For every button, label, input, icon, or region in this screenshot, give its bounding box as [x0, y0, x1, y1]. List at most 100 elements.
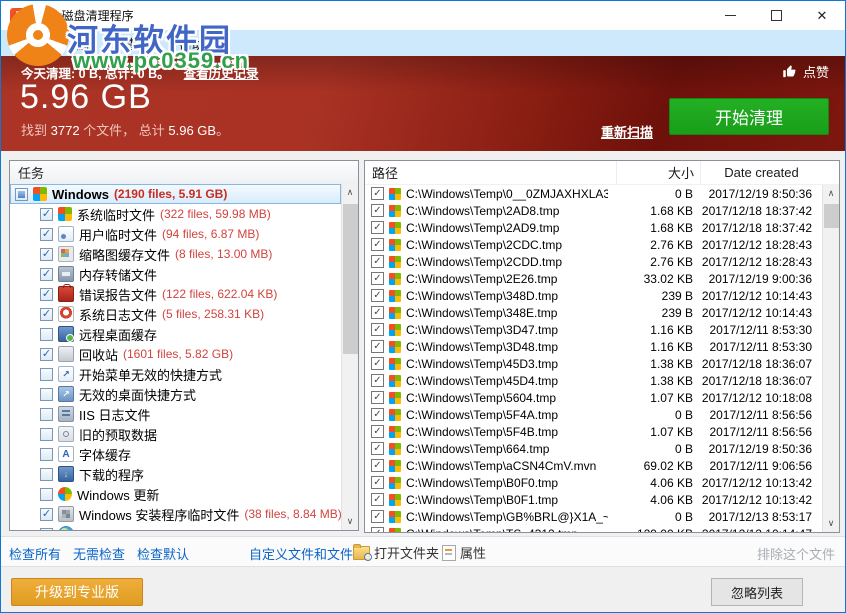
task-item[interactable]: 旧的预取数据 — [10, 424, 341, 444]
column-header-path[interactable]: 路径 — [365, 163, 616, 182]
file-checkbox[interactable] — [371, 374, 384, 387]
file-checkbox[interactable] — [371, 187, 384, 200]
task-checkbox[interactable] — [40, 208, 53, 221]
file-checkbox[interactable] — [371, 408, 384, 421]
minimize-button[interactable] — [707, 1, 753, 30]
file-checkbox[interactable] — [371, 391, 384, 404]
check-default-link[interactable]: 检查默认 — [137, 544, 189, 563]
file-checkbox[interactable] — [371, 221, 384, 234]
file-checkbox[interactable] — [371, 510, 384, 523]
file-row[interactable]: C:\Windows\Temp\348D.tmp 239 B 2017/12/1… — [365, 287, 822, 304]
task-item[interactable]: 无效的桌面快捷方式 — [10, 384, 341, 404]
file-checkbox[interactable] — [371, 357, 384, 370]
file-checkbox[interactable] — [371, 204, 384, 217]
file-row[interactable]: C:\Windows\Temp\3D47.tmp 1.16 KB 2017/12… — [365, 321, 822, 338]
column-header-date[interactable]: Date created — [700, 161, 822, 184]
upgrade-pro-button[interactable]: 升级到专业版 — [11, 578, 143, 606]
task-checkbox[interactable] — [40, 248, 53, 261]
scrollbar-thumb[interactable] — [343, 204, 358, 354]
tasks-scrollbar[interactable] — [341, 184, 358, 530]
task-item[interactable]: 字体缓存 — [10, 444, 341, 464]
rescan-link[interactable]: 重新扫描 — [601, 122, 653, 141]
task-checkbox[interactable] — [40, 508, 53, 521]
task-item[interactable]: 用户临时文件 (94 files, 6.87 MB) — [10, 224, 341, 244]
task-item[interactable]: 系统日志文件 (5 files, 258.31 KB) — [10, 304, 341, 324]
task-item[interactable]: 下载的程序 — [10, 464, 341, 484]
file-checkbox[interactable] — [371, 425, 384, 438]
task-item[interactable]: 缩略图缓存文件 (8 files, 13.00 MB) — [10, 244, 341, 264]
task-item[interactable]: 错误报告文件 (122 files, 622.04 KB) — [10, 284, 341, 304]
task-checkbox[interactable] — [40, 528, 53, 531]
scrollbar-thumb[interactable] — [824, 204, 839, 228]
file-row[interactable]: C:\Windows\Temp\B0F0.tmp 4.06 KB 2017/12… — [365, 474, 822, 491]
task-checkbox[interactable] — [40, 328, 53, 341]
task-checkbox[interactable] — [40, 268, 53, 281]
file-row[interactable]: C:\Windows\Temp\3D48.tmp 1.16 KB 2017/12… — [365, 338, 822, 355]
task-item[interactable]: Windows 更新 — [10, 484, 341, 504]
task-item[interactable]: 系统临时文件 (322 files, 59.98 MB) — [10, 204, 341, 224]
exclude-file-label[interactable]: 排除这个文件 — [757, 544, 835, 563]
file-checkbox[interactable] — [371, 323, 384, 336]
file-row[interactable]: C:\Windows\Temp\GB%BRL@}X1A_~ETF... 0 B … — [365, 508, 822, 525]
task-checkbox[interactable] — [40, 368, 53, 381]
task-checkbox[interactable] — [40, 488, 53, 501]
like-button[interactable]: 点赞 — [782, 62, 829, 81]
file-row[interactable]: C:\Windows\Temp\0__0ZMJAXHXLA3Y~)7... 0 … — [365, 185, 822, 202]
scroll-down-icon[interactable] — [342, 513, 358, 530]
file-row[interactable]: C:\Windows\Temp\348E.tmp 239 B 2017/12/1… — [365, 304, 822, 321]
file-checkbox[interactable] — [371, 442, 384, 455]
check-none-link[interactable]: 无需检查 — [73, 544, 125, 563]
task-item[interactable]: 内存转储文件 — [10, 264, 341, 284]
task-checkbox[interactable] — [40, 468, 53, 481]
task-checkbox[interactable] — [40, 308, 53, 321]
file-checkbox[interactable] — [371, 272, 384, 285]
file-row[interactable]: C:\Windows\Temp\45D3.tmp 1.38 KB 2017/12… — [365, 355, 822, 372]
task-item[interactable]: 开始菜单无效的快捷方式 — [10, 364, 341, 384]
file-row[interactable]: C:\Windows\Temp\5F4B.tmp 1.07 KB 2017/12… — [365, 423, 822, 440]
task-checkbox[interactable] — [40, 448, 53, 461]
task-checkbox[interactable] — [15, 188, 28, 201]
scroll-up-icon[interactable] — [823, 185, 839, 202]
task-checkbox[interactable] — [40, 288, 53, 301]
file-checkbox[interactable] — [371, 238, 384, 251]
file-row[interactable]: C:\Windows\Temp\2AD9.tmp 1.68 KB 2017/12… — [365, 219, 822, 236]
file-checkbox[interactable] — [371, 459, 384, 472]
task-checkbox[interactable] — [40, 388, 53, 401]
custom-files-link[interactable]: 自定义文件和文件夹 — [249, 544, 366, 563]
check-all-link[interactable]: 检查所有 — [9, 544, 61, 563]
file-checkbox[interactable] — [371, 527, 384, 532]
file-checkbox[interactable] — [371, 340, 384, 353]
file-row[interactable]: C:\Windows\Temp\2CDC.tmp 2.76 KB 2017/12… — [365, 236, 822, 253]
file-row[interactable]: C:\Windows\Temp\TS_4312.tmp 129.00 KB 20… — [365, 525, 822, 532]
ignore-list-button[interactable]: 忽略列表 — [711, 578, 803, 606]
file-row[interactable]: C:\Windows\Temp\2AD8.tmp 1.68 KB 2017/12… — [365, 202, 822, 219]
task-item[interactable]: Windows (2190 files, 5.91 GB) — [10, 184, 341, 204]
file-checkbox[interactable] — [371, 289, 384, 302]
file-checkbox[interactable] — [371, 476, 384, 489]
menu-item-edit[interactable]: 编辑 — [61, 31, 107, 56]
file-row[interactable]: C:\Windows\Temp\2E26.tmp 33.02 KB 2017/1… — [365, 270, 822, 287]
menu-item-file[interactable]: 文件 — [7, 31, 53, 56]
column-header-size[interactable]: 大小 — [616, 161, 700, 184]
maximize-button[interactable] — [753, 1, 799, 30]
close-button[interactable]: ✕ — [799, 1, 845, 30]
task-item[interactable]: 回收站 (1601 files, 5.82 GB) — [10, 344, 341, 364]
menu-item-help[interactable]: 帮助 — [169, 31, 215, 56]
task-item[interactable]: Windows 安装程序临时文件 (38 files, 8.84 MB) — [10, 504, 341, 524]
scroll-up-icon[interactable] — [342, 184, 358, 201]
file-checkbox[interactable] — [371, 306, 384, 319]
file-row[interactable]: C:\Windows\Temp\B0F1.tmp 4.06 KB 2017/12… — [365, 491, 822, 508]
task-item[interactable]: IIS 日志文件 — [10, 404, 341, 424]
file-row[interactable]: C:\Windows\Temp\2CDD.tmp 2.76 KB 2017/12… — [365, 253, 822, 270]
start-clean-button[interactable]: 开始清理 — [669, 98, 829, 135]
task-checkbox[interactable] — [40, 428, 53, 441]
file-row[interactable]: C:\Windows\Temp\5604.tmp 1.07 KB 2017/12… — [365, 389, 822, 406]
file-row[interactable]: C:\Windows\Temp\45D4.tmp 1.38 KB 2017/12… — [365, 372, 822, 389]
file-checkbox[interactable] — [371, 255, 384, 268]
task-checkbox[interactable] — [40, 408, 53, 421]
task-checkbox[interactable] — [40, 348, 53, 361]
task-item[interactable]: 远程桌面缓存 — [10, 324, 341, 344]
task-item[interactable] — [10, 524, 341, 530]
scroll-down-icon[interactable] — [823, 515, 839, 532]
file-row[interactable]: C:\Windows\Temp\aCSN4CmV.mvn 69.02 KB 20… — [365, 457, 822, 474]
